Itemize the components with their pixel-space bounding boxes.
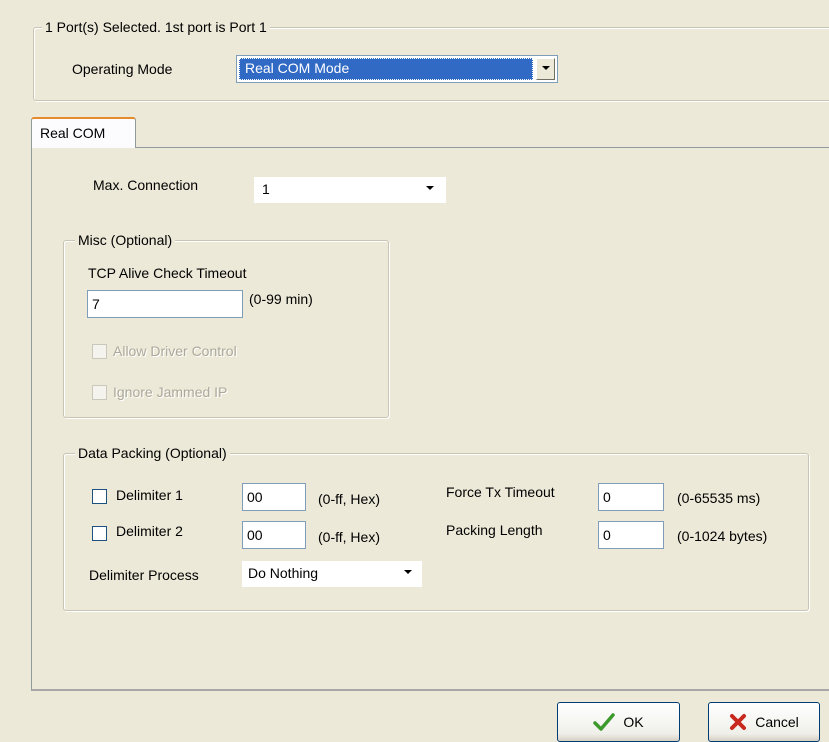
operating-mode-select[interactable]: Real COM Mode — [236, 55, 558, 83]
tab-real-com-label: Real COM — [40, 125, 106, 141]
tcp-alive-label: TCP Alive Check Timeout — [88, 265, 247, 281]
ok-button[interactable]: OK — [557, 702, 680, 742]
delimiter2-input[interactable] — [242, 521, 306, 549]
max-connection-value: 1 — [262, 181, 270, 197]
packing-length-label: Packing Length — [446, 522, 543, 538]
force-tx-timeout-label: Force Tx Timeout — [446, 484, 555, 500]
tcp-alive-timeout-input[interactable] — [87, 290, 243, 318]
force-tx-timeout-range: (0-65535 ms) — [677, 490, 761, 506]
max-connection-label: Max. Connection — [93, 177, 199, 193]
ports-selected-legend: 1 Port(s) Selected. 1st port is Port 1 — [42, 19, 270, 35]
cancel-button-label: Cancel — [755, 714, 799, 730]
packing-length-input[interactable] — [598, 521, 664, 549]
chevron-down-icon[interactable] — [536, 58, 555, 80]
ok-button-label: OK — [623, 714, 644, 730]
chevron-down-icon[interactable] — [421, 179, 440, 201]
delimiter-process-value: Do Nothing — [248, 565, 319, 581]
checkmark-icon — [593, 713, 616, 731]
operating-mode-value: Real COM Mode — [245, 60, 350, 76]
delimiter1-label: Delimiter 1 — [116, 487, 183, 503]
allow-driver-control-checkbox[interactable] — [92, 344, 107, 359]
ignore-jammed-ip-label: Ignore Jammed IP — [113, 384, 228, 400]
delimiter2-label: Delimiter 2 — [116, 523, 183, 539]
ignore-jammed-ip-checkbox[interactable] — [92, 385, 107, 400]
delimiter1-range: (0-ff, Hex) — [318, 491, 380, 507]
x-icon — [730, 714, 747, 730]
delimiter-process-select[interactable]: Do Nothing — [242, 561, 422, 587]
operating-mode-label: Operating Mode — [72, 61, 173, 77]
packing-length-range: (0-1024 bytes) — [677, 528, 768, 544]
cancel-button[interactable]: Cancel — [708, 702, 820, 742]
delimiter-process-label: Delimiter Process — [89, 567, 199, 583]
misc-legend: Misc (Optional) — [75, 232, 176, 248]
max-connection-select[interactable]: 1 — [254, 177, 446, 203]
data-packing-legend: Data Packing (Optional) — [75, 445, 230, 461]
delimiter1-checkbox[interactable] — [92, 489, 107, 504]
delimiter1-input[interactable] — [242, 483, 306, 511]
force-tx-timeout-input[interactable] — [598, 483, 664, 511]
chevron-down-icon[interactable] — [399, 563, 418, 585]
tcp-alive-range: (0-99 min) — [249, 291, 313, 307]
tab-real-com[interactable]: Real COM — [31, 117, 136, 148]
delimiter2-range: (0-ff, Hex) — [318, 529, 380, 545]
delimiter2-checkbox[interactable] — [92, 526, 107, 541]
allow-driver-control-label: Allow Driver Control — [113, 343, 237, 359]
